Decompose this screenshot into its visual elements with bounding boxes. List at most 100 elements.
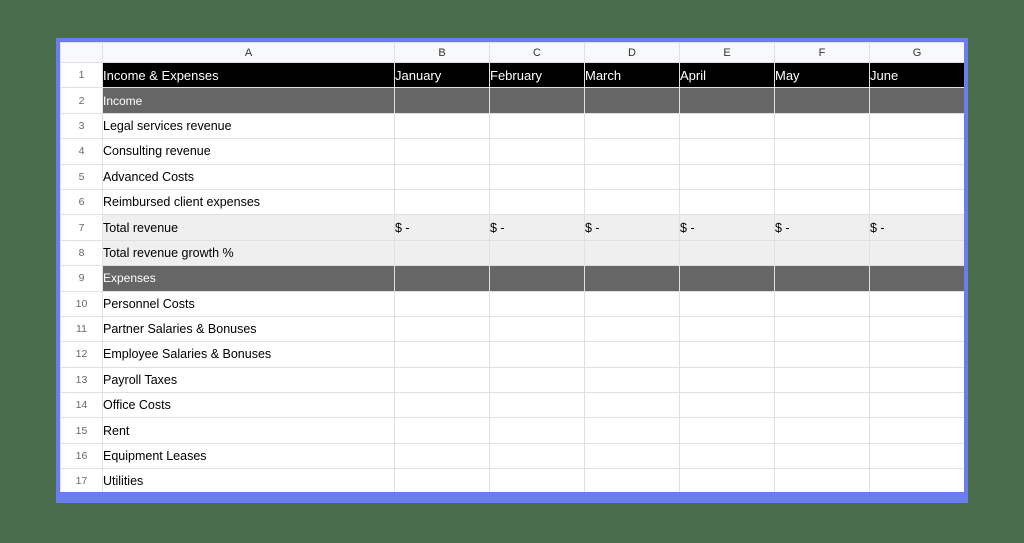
cell-E12[interactable] (679, 341, 775, 368)
cell-A11[interactable]: Partner Salaries & Bonuses (102, 315, 395, 343)
row-header-9[interactable]: 9 (60, 265, 103, 292)
cell-C17[interactable] (489, 468, 585, 492)
row-header-2[interactable]: 2 (60, 87, 103, 114)
cell-E6[interactable] (679, 188, 775, 216)
column-header-f[interactable]: F (774, 42, 870, 63)
table-row[interactable]: 11 Partner Salaries & Bonuses (60, 315, 964, 343)
cell-D2[interactable] (584, 87, 680, 114)
cell-C12[interactable] (489, 341, 585, 368)
cell-F14[interactable] (774, 392, 870, 419)
cell-C5[interactable] (489, 163, 585, 190)
cell-F15[interactable] (774, 417, 870, 444)
cell-D10[interactable] (584, 290, 680, 317)
row-header-11[interactable]: 11 (60, 315, 103, 343)
row-header-7[interactable]: 7 (60, 214, 103, 241)
cell-A8[interactable]: Total revenue growth % (102, 239, 395, 267)
table-row[interactable]: 3 Legal services revenue (60, 112, 964, 140)
cell-C8[interactable] (489, 239, 585, 267)
cell-B10[interactable] (394, 290, 490, 317)
cell-E13[interactable] (679, 366, 775, 394)
cell-B5[interactable] (394, 163, 490, 190)
cell-E2[interactable] (679, 87, 775, 114)
cell-F6[interactable] (774, 188, 870, 216)
row-header-15[interactable]: 15 (60, 417, 103, 444)
table-row[interactable]: 5 Advanced Costs (60, 163, 964, 190)
cell-B17[interactable] (394, 468, 490, 492)
cell-D4[interactable] (584, 138, 680, 165)
cell-A9[interactable]: Expenses (102, 265, 395, 292)
cell-A1[interactable]: Income & Expenses (102, 61, 395, 89)
cell-E16[interactable] (679, 442, 775, 470)
row-header-12[interactable]: 12 (60, 341, 103, 368)
table-row[interactable]: 16 Equipment Leases (60, 442, 964, 470)
cell-B4[interactable] (394, 138, 490, 165)
cell-C3[interactable] (489, 112, 585, 140)
cell-G13[interactable] (869, 366, 964, 394)
cell-F8[interactable] (774, 239, 870, 267)
cell-E4[interactable] (679, 138, 775, 165)
row-header-6[interactable]: 6 (60, 188, 103, 216)
cell-F1[interactable]: May (774, 61, 870, 89)
row-header-14[interactable]: 14 (60, 392, 103, 419)
cell-E3[interactable] (679, 112, 775, 140)
cell-E8[interactable] (679, 239, 775, 267)
cell-G14[interactable] (869, 392, 964, 419)
cell-C13[interactable] (489, 366, 585, 394)
cell-D1[interactable]: March (584, 61, 680, 89)
cell-F16[interactable] (774, 442, 870, 470)
cell-G5[interactable] (869, 163, 964, 190)
cell-E15[interactable] (679, 417, 775, 444)
cell-G3[interactable] (869, 112, 964, 140)
cell-G12[interactable] (869, 341, 964, 368)
table-row[interactable]: 2 Income (60, 87, 964, 114)
table-row[interactable]: 10 Personnel Costs (60, 290, 964, 317)
cell-C15[interactable] (489, 417, 585, 444)
cell-G8[interactable] (869, 239, 964, 267)
cell-A14[interactable]: Office Costs (102, 392, 395, 419)
table-row[interactable]: 17 Utilities (60, 468, 964, 492)
cell-G10[interactable] (869, 290, 964, 317)
cell-B7[interactable]: $ - (394, 214, 490, 241)
cell-B3[interactable] (394, 112, 490, 140)
cell-C11[interactable] (489, 315, 585, 343)
cell-E5[interactable] (679, 163, 775, 190)
spreadsheet-grid[interactable]: A B C D E F G 1 Income & Expenses January F… (60, 42, 964, 492)
cell-G4[interactable] (869, 138, 964, 165)
cell-B2[interactable] (394, 87, 490, 114)
column-header-e[interactable]: E (679, 42, 775, 63)
table-row[interactable]: 8 Total revenue growth % (60, 239, 964, 267)
row-header-1[interactable]: 1 (60, 61, 103, 89)
cell-A10[interactable]: Personnel Costs (102, 290, 395, 317)
column-header-b[interactable]: B (394, 42, 490, 63)
cell-B9[interactable] (394, 265, 490, 292)
cell-F17[interactable] (774, 468, 870, 492)
row-header-8[interactable]: 8 (60, 239, 103, 267)
table-row[interactable]: 7 Total revenue $ - $ - $ - $ - $ - $ - (60, 214, 964, 241)
cell-A13[interactable]: Payroll Taxes (102, 366, 395, 394)
cell-A12[interactable]: Employee Salaries & Bonuses (102, 341, 395, 368)
row-header-13[interactable]: 13 (60, 366, 103, 394)
cell-D7[interactable]: $ - (584, 214, 680, 241)
cell-B15[interactable] (394, 417, 490, 444)
table-row[interactable]: 1 Income & Expenses January February March Ap… (60, 61, 964, 89)
row-header-16[interactable]: 16 (60, 442, 103, 470)
cell-D8[interactable] (584, 239, 680, 267)
cell-D16[interactable] (584, 442, 680, 470)
cell-E14[interactable] (679, 392, 775, 419)
column-header-g[interactable]: G (869, 42, 964, 63)
cell-F12[interactable] (774, 341, 870, 368)
cell-F3[interactable] (774, 112, 870, 140)
cell-D14[interactable] (584, 392, 680, 419)
cell-C9[interactable] (489, 265, 585, 292)
table-row[interactable]: 13 Payroll Taxes (60, 366, 964, 394)
cell-C6[interactable] (489, 188, 585, 216)
cell-D3[interactable] (584, 112, 680, 140)
cell-G15[interactable] (869, 417, 964, 444)
cell-F4[interactable] (774, 138, 870, 165)
column-header-a[interactable]: A (102, 42, 395, 63)
cell-D13[interactable] (584, 366, 680, 394)
cell-B6[interactable] (394, 188, 490, 216)
cell-C10[interactable] (489, 290, 585, 317)
cell-D11[interactable] (584, 315, 680, 343)
cell-D6[interactable] (584, 188, 680, 216)
